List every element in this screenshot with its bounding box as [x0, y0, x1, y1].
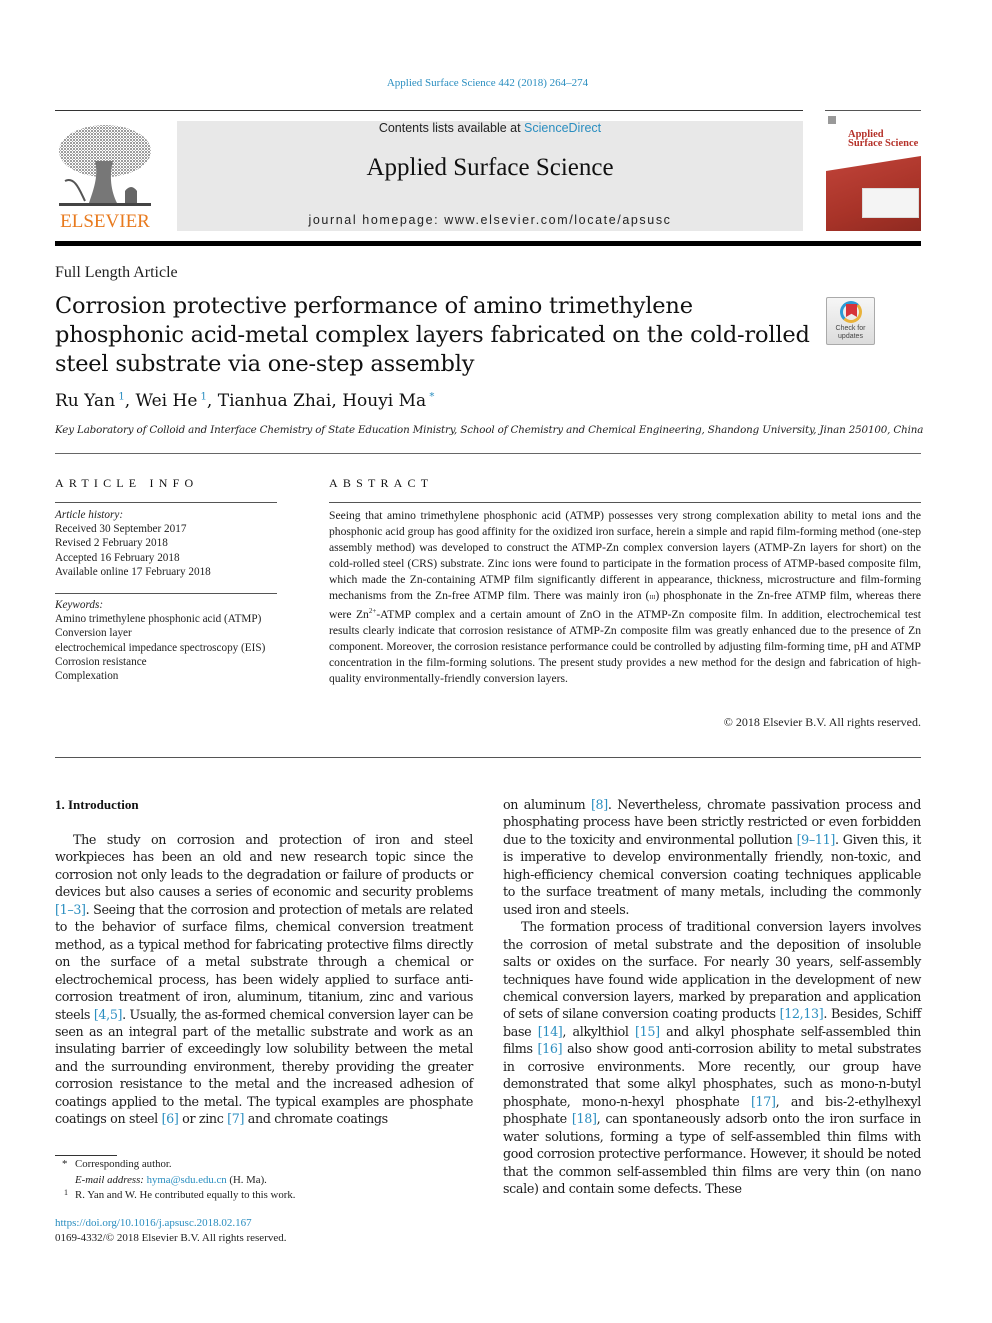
divider	[329, 502, 921, 503]
email-link[interactable]: hyma@sdu.edu.cn	[147, 1174, 227, 1186]
email-label: E-mail address:	[75, 1173, 144, 1186]
journal-homepage-link[interactable]: journal homepage: www.elsevier.com/locat…	[177, 213, 803, 227]
footnote-text: Corresponding author.	[75, 1158, 172, 1170]
check-updates-line2: updates	[838, 332, 863, 340]
abstract-text: Seeing that amino trimethylene phosphoni…	[329, 508, 921, 687]
keyword-item: Complexation	[55, 670, 119, 683]
footnote-corresponding: * Corresponding author.	[55, 1157, 475, 1173]
history-item: Received 30 September 2017	[55, 523, 187, 536]
keyword-item: Amino trimethylene phosphonic acid (ATMP…	[55, 613, 262, 626]
article-history-heading: Article history:	[55, 509, 124, 521]
footnote-mark: *	[62, 1158, 68, 1170]
citation-link[interactable]: [6]	[162, 1111, 179, 1126]
cover-publisher-icon	[828, 116, 836, 124]
history-item: Available online 17 February 2018	[55, 565, 211, 578]
contents-prefix: Contents lists available at	[378, 121, 525, 135]
sciencedirect-link[interactable]: ScienceDirect	[524, 121, 601, 135]
divider	[55, 757, 921, 758]
footnote-mark: 1	[64, 1188, 68, 1197]
citation-link[interactable]: [15]	[635, 1024, 660, 1039]
citation-link[interactable]: [12,13]	[780, 1006, 824, 1021]
footnotes: * Corresponding author. E-mail address: …	[55, 1157, 475, 1204]
citation-link[interactable]: [1–3]	[55, 902, 86, 917]
abstract-heading: ABSTRACT	[329, 476, 434, 490]
article-type: Full Length Article	[55, 264, 178, 281]
cover-figure	[862, 188, 919, 218]
citation-link[interactable]: [17]	[751, 1094, 776, 1109]
keyword-item: Corrosion resistance	[55, 655, 147, 668]
masthead-thick-rule	[55, 241, 921, 246]
citation-link[interactable]: [16]	[538, 1041, 563, 1056]
keywords: Keywords: Amino trimethylene phosphonic …	[55, 598, 277, 683]
doi-link[interactable]: https://doi.org/10.1016/j.apsusc.2018.02…	[55, 1216, 287, 1231]
doi-block: https://doi.org/10.1016/j.apsusc.2018.02…	[55, 1216, 287, 1245]
elsevier-logo: ELSEVIER	[55, 121, 155, 232]
author-list: Ru Yan 1, Wei He 1, Tianhua Zhai, Houyi …	[55, 391, 435, 411]
cover-rule	[825, 110, 921, 111]
paragraph: The formation process of traditional con…	[503, 919, 921, 1196]
footnote-rule	[55, 1155, 117, 1156]
paragraph: The study on corrosion and protection of…	[55, 832, 473, 1127]
footnote-text: R. Yan and W. He contributed equally to …	[75, 1189, 296, 1201]
keyword-item: electrochemical impedance spectroscopy (…	[55, 641, 266, 654]
cover-title: Applied Surface Science	[848, 129, 919, 149]
divider	[55, 453, 921, 454]
affiliation: Key Laboratory of Colloid and Interface …	[55, 424, 924, 436]
journal-cover-image[interactable]: Applied Surface Science	[826, 116, 921, 231]
citation-link[interactable]: [8]	[591, 797, 608, 812]
author-footnote-mark[interactable]: 1	[197, 391, 207, 402]
article-title: Corrosion protective performance of amin…	[55, 293, 810, 377]
check-updates-label: Check for updates	[827, 325, 874, 340]
cover-title-line2: Surface Science	[848, 138, 919, 149]
corresponding-author-mark[interactable]: *	[426, 391, 434, 402]
body-column-right: on aluminum [8]. Nevertheless, chromate …	[503, 796, 921, 1197]
keywords-list: Amino trimethylene phosphonic acid (ATMP…	[55, 612, 277, 683]
history-item: Revised 2 February 2018	[55, 537, 168, 550]
journal-reference-link[interactable]: Applied Surface Science 442 (2018) 264–2…	[0, 77, 975, 89]
abstract-part: -ATMP complex and a certain amount of Zn…	[329, 608, 921, 685]
citation-link[interactable]: [7]	[227, 1111, 244, 1126]
footnote-equal-contribution: 1 R. Yan and W. He contributed equally t…	[55, 1188, 475, 1204]
author-footnote-mark[interactable]: 1	[115, 391, 124, 402]
article-history-list: Received 30 September 2017 Revised 2 Febr…	[55, 522, 277, 579]
history-item: Accepted 16 February 2018	[55, 551, 180, 564]
citation-link[interactable]: [18]	[572, 1111, 597, 1126]
section-heading-introduction: 1. Introduction	[55, 797, 139, 812]
journal-title: Applied Surface Science	[366, 154, 614, 181]
keywords-heading: Keywords:	[55, 599, 104, 611]
email-suffix: (H. Ma).	[226, 1173, 267, 1186]
author-name[interactable]: Wei He	[136, 391, 198, 411]
citation-link[interactable]: [14]	[538, 1024, 563, 1039]
author-name[interactable]: Tianhua Zhai	[218, 391, 332, 411]
body-column-left: The study on corrosion and protection of…	[55, 831, 473, 1128]
footnote-email: E-mail address: hyma@sdu.edu.cn (H. Ma).	[55, 1173, 475, 1189]
divider	[55, 502, 277, 503]
check-for-updates-button[interactable]: Check for updates	[826, 297, 875, 345]
contents-line: Contents lists available at ScienceDirec…	[177, 121, 803, 135]
journal-masthead: Contents lists available at ScienceDirec…	[177, 121, 803, 231]
divider	[55, 593, 277, 594]
paragraph: on aluminum [8]. Nevertheless, chromate …	[503, 797, 921, 917]
check-updates-line1: Check for	[835, 325, 866, 332]
header-rule	[55, 110, 803, 111]
author-name[interactable]: Ru Yan	[55, 391, 115, 411]
abstract-copyright: © 2018 Elsevier B.V. All rights reserved…	[723, 715, 921, 729]
keyword-item: Conversion layer	[55, 627, 132, 640]
elsevier-wordmark: ELSEVIER	[60, 211, 150, 232]
article-info-heading: ARTICLE INFO	[55, 476, 199, 490]
issn-line: 0169-4332/© 2018 Elsevier B.V. All right…	[55, 1231, 287, 1244]
author-name[interactable]: Houyi Ma	[342, 391, 426, 411]
citation-link[interactable]: [9–11]	[797, 832, 836, 847]
citation-link[interactable]: [4,5]	[94, 1007, 123, 1022]
elsevier-tree-icon	[59, 125, 151, 206]
article-history: Article history: Received 30 September 2…	[55, 508, 277, 579]
